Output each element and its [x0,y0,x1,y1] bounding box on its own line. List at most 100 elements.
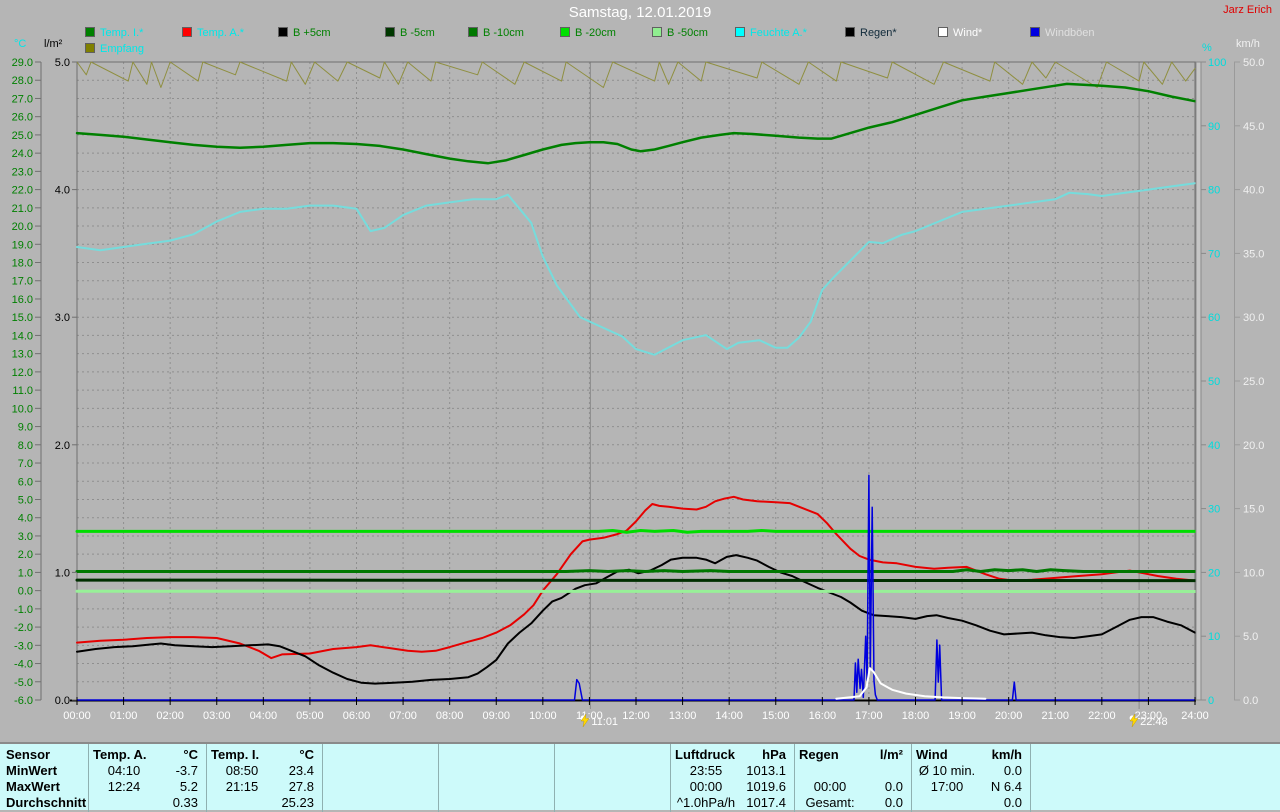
table-separator [438,744,439,812]
hour-tick-label: 03:00 [203,710,231,722]
table-separator [554,744,555,812]
lightning-icon [1129,714,1139,727]
hour-tick-label: 19:00 [948,710,976,722]
lm2-tick-label: 0.0 [55,695,70,707]
event-marker-label: 11:01 [591,716,618,728]
kmh-tick-label: 10.0 [1243,567,1264,579]
table-value: 1019.6 [670,779,786,795]
percent-tick-label: 100 [1208,57,1226,69]
table-value: -3.7 [88,763,198,779]
celsius-tick-label: 2.0 [18,549,33,561]
hour-tick-label: 08:00 [436,710,464,722]
event-marker-label: 22:48 [1140,716,1168,728]
hour-tick-label: 17:00 [855,710,883,722]
hour-tick-label: 14:00 [715,710,743,722]
kmh-tick-label: 40.0 [1243,185,1264,197]
hour-tick-label: 13:00 [669,710,697,722]
percent-tick-label: 70 [1208,248,1220,260]
celsius-tick-label: 18.0 [12,258,33,270]
celsius-tick-label: -5.0 [14,677,33,689]
table-separator [322,744,323,812]
celsius-tick-label: 14.0 [12,330,33,342]
celsius-tick-label: 21.0 [12,203,33,215]
lm2-tick-label: 1.0 [55,567,70,579]
series-b_minus20 [77,531,1195,533]
celsius-tick-label: 16.0 [12,294,33,306]
celsius-tick-label: 5.0 [18,494,33,506]
celsius-tick-label: 27.0 [12,93,33,105]
kmh-tick-label: 30.0 [1243,312,1264,324]
table-col-unit: hPa [670,747,786,763]
plot-right-bar [1196,62,1201,700]
lm2-tick-label: 3.0 [55,312,70,324]
percent-tick-label: 60 [1208,312,1220,324]
celsius-tick-label: 1.0 [18,567,33,579]
hour-tick-label: 00:00 [63,710,91,722]
celsius-tick-label: -1.0 [14,604,33,616]
hour-tick-label: 24:00 [1181,710,1209,722]
kmh-tick-label: 20.0 [1243,440,1264,452]
celsius-tick-label: 13.0 [12,349,33,361]
hour-tick-label: 18:00 [902,710,930,722]
table-row-label: MaxWert [6,779,86,795]
celsius-tick-label: 0.0 [18,586,33,598]
celsius-tick-label: -2.0 [14,622,33,634]
celsius-tick-label: 11.0 [12,385,33,397]
kmh-tick-label: 35.0 [1243,248,1264,260]
hour-tick-label: 20:00 [995,710,1023,722]
table-value: 0.0 [794,795,903,811]
weather-station-window: Samstag, 12.01.2019 Jarz Erich °C l/m² %… [0,0,1280,810]
celsius-tick-label: -6.0 [14,695,33,707]
celsius-tick-label: 28.0 [12,75,33,87]
hour-tick-label: 09:00 [482,710,510,722]
celsius-tick-label: 17.0 [12,276,33,288]
table-row-label: Sensor [6,747,86,763]
hour-tick-label: 01:00 [110,710,138,722]
table-value: 0.0 [911,763,1022,779]
kmh-tick-label: 50.0 [1243,57,1264,69]
hour-tick-label: 05:00 [296,710,324,722]
table-value: 1017.4 [670,795,786,811]
series-b_minus5 [77,580,1195,581]
celsius-tick-label: 4.0 [18,513,33,525]
celsius-tick-label: 6.0 [18,476,33,488]
lm2-tick-label: 2.0 [55,440,70,452]
celsius-tick-label: 12.0 [12,367,33,379]
celsius-tick-label: 20.0 [12,221,33,233]
percent-tick-label: 0 [1208,695,1214,707]
kmh-tick-label: 45.0 [1243,121,1264,133]
lm2-tick-label: 5.0 [55,57,70,69]
hour-tick-label: 10:00 [529,710,557,722]
hour-tick-label: 06:00 [343,710,371,722]
table-row-label: Durchschnitt [6,795,86,811]
celsius-tick-label: 8.0 [18,440,33,452]
percent-tick-label: 40 [1208,440,1220,452]
celsius-tick-label: 7.0 [18,458,33,470]
hour-tick-label: 21:00 [1041,710,1069,722]
percent-tick-label: 10 [1208,631,1220,643]
chart-plot: 29.028.027.026.025.024.023.022.021.020.0… [0,0,1280,740]
celsius-tick-label: 15.0 [12,312,33,324]
percent-tick-label: 20 [1208,567,1220,579]
celsius-tick-label: 10.0 [12,403,33,415]
table-value: 27.8 [206,779,314,795]
kmh-tick-label: 15.0 [1243,504,1264,516]
table-value: 1013.1 [670,763,786,779]
percent-tick-label: 90 [1208,121,1220,133]
table-value: 5.2 [88,779,198,795]
lightning-icon [580,714,590,727]
series-b_minus10 [77,570,1195,572]
celsius-tick-label: 19.0 [12,239,33,251]
series-b_plus5 [77,555,1195,684]
kmh-tick-label: 0.0 [1243,695,1258,707]
event-marker: 11:01 [580,714,618,728]
table-row-label: MinWert [6,763,86,779]
percent-tick-label: 50 [1208,376,1220,388]
celsius-tick-label: 24.0 [12,148,33,160]
table-value: 0.0 [794,779,903,795]
celsius-tick-label: 22.0 [12,185,33,197]
hour-tick-label: 02:00 [156,710,184,722]
lm2-tick-label: 4.0 [55,185,70,197]
table-value: 0.0 [911,795,1022,811]
celsius-tick-label: -3.0 [14,640,33,652]
